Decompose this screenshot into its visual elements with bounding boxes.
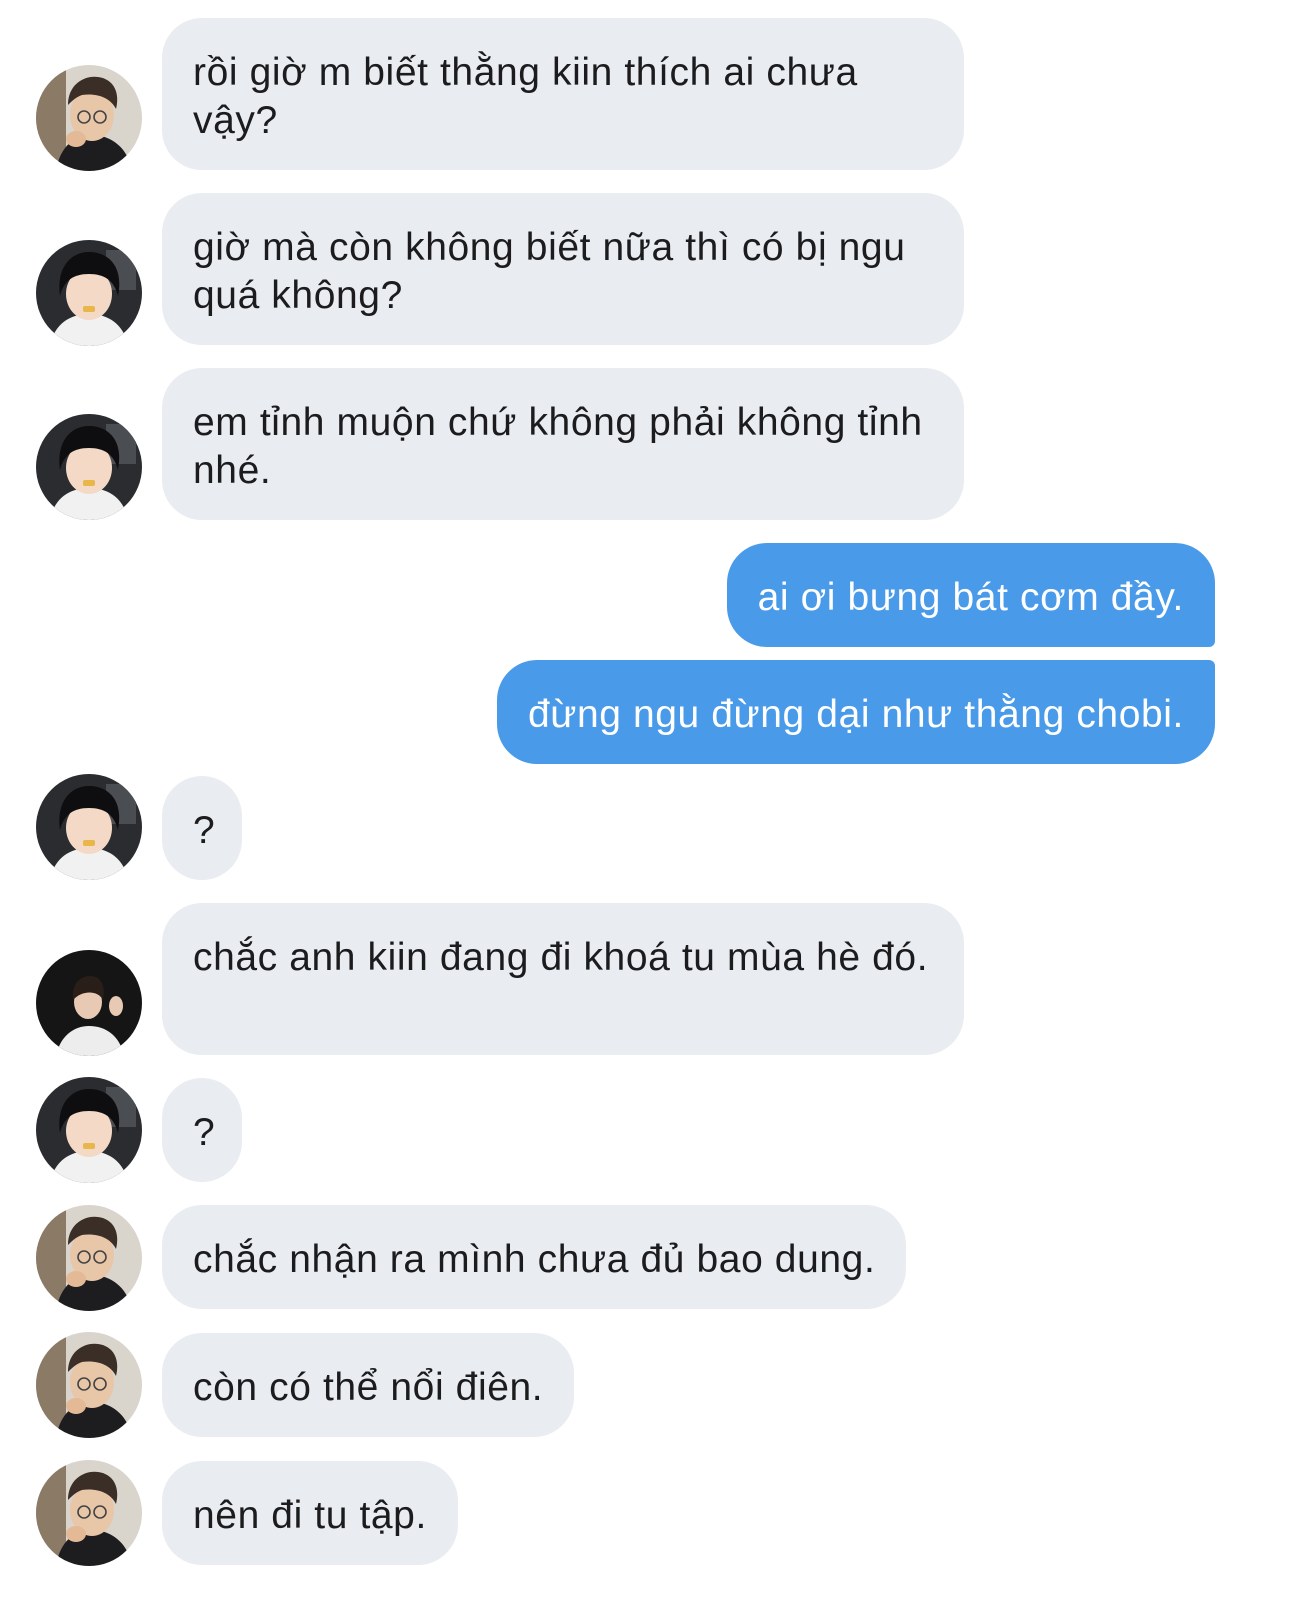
avatar[interactable] [36,774,142,880]
message-text: ai ơi bưng bát cơm đầy. [757,576,1184,619]
message-bubble-incoming[interactable]: em tỉnh muộn chứ không phải không tỉnh n… [162,368,964,520]
message-text: rồi giờ m biết thằng kiin thích ai chưa … [193,51,858,142]
message-bubble-incoming[interactable]: chắc anh kiin đang đi khoá tu mùa hè đó. [162,903,964,1055]
message-bubble-incoming[interactable]: rồi giờ m biết thằng kiin thích ai chưa … [162,18,964,170]
avatar[interactable] [36,240,142,346]
avatar[interactable] [36,1460,142,1566]
message-bubble-outgoing[interactable]: đừng ngu đừng dại như thằng chobi. [496,660,1215,764]
message-bubble-incoming[interactable]: chắc nhận ra mình chưa đủ bao dung. [162,1205,907,1309]
message-bubble-incoming[interactable]: còn có thể nổi điên. [162,1333,575,1437]
avatar[interactable] [36,65,142,171]
message-text: ? [193,1111,216,1154]
message-text: chắc nhận ra mình chưa đủ bao dung. [193,1238,876,1281]
message-bubble-outgoing[interactable]: ai ơi bưng bát cơm đầy. [726,543,1215,647]
message-text: còn có thể nổi điên. [193,1366,544,1409]
message-bubble-incoming[interactable]: ? [162,776,242,880]
avatar[interactable] [36,414,142,520]
message-text: ? [193,809,216,852]
avatar[interactable] [36,1077,142,1183]
avatar[interactable] [36,1332,142,1438]
message-bubble-incoming[interactable]: nên đi tu tập. [162,1461,458,1565]
message-text: chắc anh kiin đang đi khoá tu mùa hè đó. [193,936,929,979]
message-bubble-incoming[interactable]: ? [162,1078,242,1182]
message-text: nên đi tu tập. [193,1494,427,1537]
avatar[interactable] [36,950,142,1056]
message-text: em tỉnh muộn chứ không phải không tỉnh n… [193,401,923,492]
message-text: giờ mà còn không biết nữa thì có bị ngu … [193,226,906,317]
message-text: đừng ngu đừng dại như thằng chobi. [527,693,1184,736]
message-bubble-incoming[interactable]: giờ mà còn không biết nữa thì có bị ngu … [162,193,964,345]
avatar[interactable] [36,1205,142,1311]
